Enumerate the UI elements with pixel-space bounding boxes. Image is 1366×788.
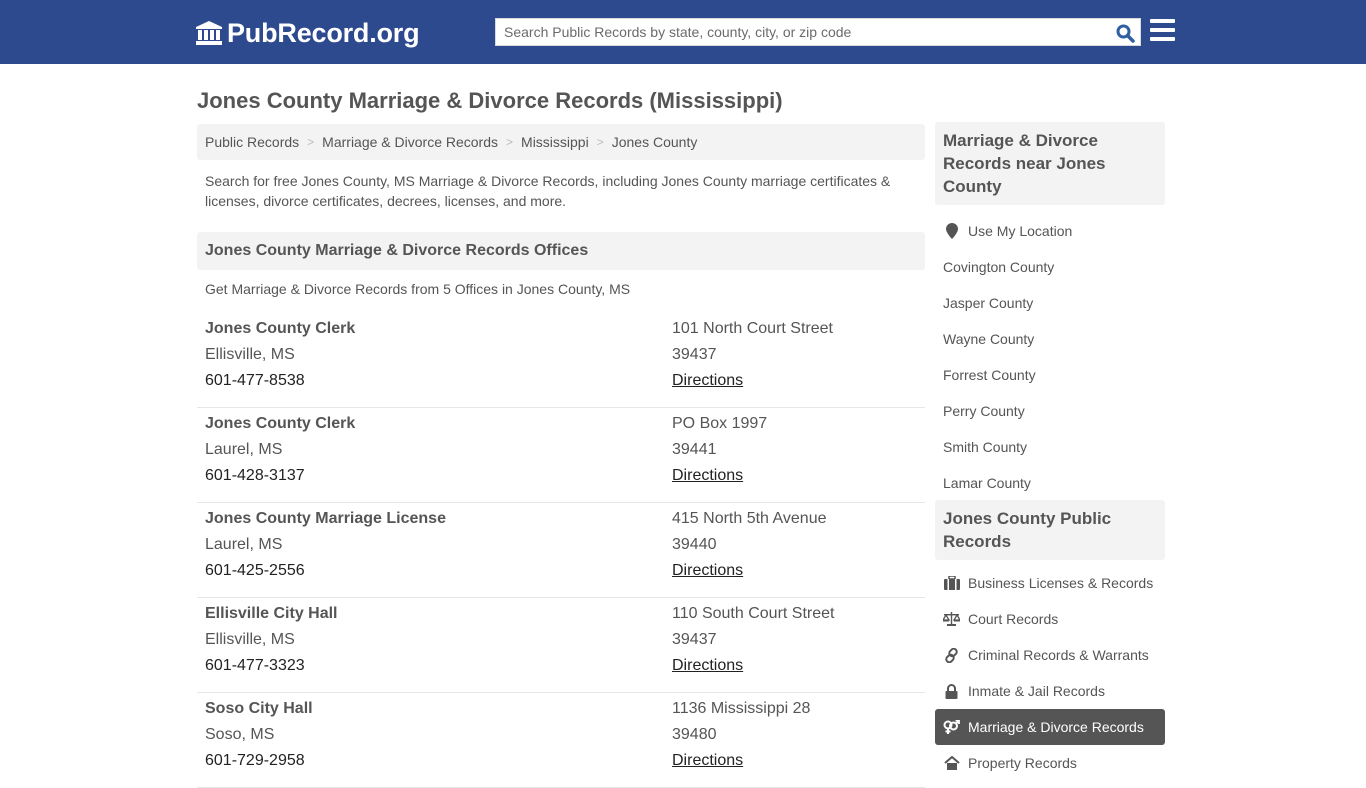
logo-text: PubRecord.org <box>227 17 420 48</box>
office-city: Ellisville, MS <box>205 631 295 648</box>
map-marker-icon <box>943 223 960 239</box>
office-name: Jones County Marriage License <box>205 510 446 527</box>
use-my-location-link[interactable]: Use My Location <box>935 213 1165 249</box>
nearby-heading: Marriage & Divorce Records near Jones Co… <box>935 122 1165 205</box>
nearby-county-link[interactable]: Covington County <box>935 249 1165 285</box>
menu-bar <box>1150 37 1175 41</box>
sidebar-item-label: Business Licenses & Records <box>968 575 1154 591</box>
office-address: 415 North 5th Avenue <box>672 510 827 527</box>
office-zip: 39440 <box>672 536 717 553</box>
breadcrumb-separator: > <box>506 135 514 149</box>
office-phone[interactable]: 601-425-2556 <box>205 561 446 587</box>
office-zip: 39437 <box>672 631 717 648</box>
briefcase-icon <box>943 575 960 591</box>
site-logo[interactable]: PubRecord.org <box>195 17 420 49</box>
public-records-heading: Jones County Public Records <box>935 500 1165 560</box>
sidebar-item-property-records[interactable]: Property Records <box>935 745 1165 781</box>
sidebar-item-label: Inmate & Jail Records <box>968 683 1105 699</box>
office-phone[interactable]: 601-729-2958 <box>205 751 313 777</box>
use-my-location-label: Use My Location <box>968 223 1073 239</box>
office-listing: Ellisville City Hall Ellisville, MS 601-… <box>197 598 925 693</box>
office-city: Laurel, MS <box>205 441 283 458</box>
sidebar-item-court-records[interactable]: Court Records <box>935 601 1165 637</box>
office-phone[interactable]: 601-428-3137 <box>205 466 355 492</box>
menu-bar <box>1150 28 1175 32</box>
venus-mars-icon <box>943 719 960 735</box>
search-button[interactable] <box>1114 22 1136 44</box>
breadcrumb: Public Records > Marriage & Divorce Reco… <box>197 124 925 160</box>
office-name: Jones County Clerk <box>205 320 356 337</box>
top-navigation-bar: PubRecord.org <box>0 0 1366 64</box>
lock-icon <box>943 683 960 699</box>
office-city: Laurel, MS <box>205 536 283 553</box>
directions-link[interactable]: Directions <box>672 562 743 579</box>
sidebar-item-business-licenses[interactable]: Business Licenses & Records <box>935 565 1165 601</box>
breadcrumb-mississippi[interactable]: Mississippi <box>521 134 589 150</box>
office-phone[interactable]: 601-477-3323 <box>205 656 338 682</box>
breadcrumb-jones-county[interactable]: Jones County <box>612 134 698 150</box>
office-name: Jones County Clerk <box>205 415 356 432</box>
breadcrumb-separator: > <box>596 135 604 149</box>
nearby-county-link[interactable]: Perry County <box>935 393 1165 429</box>
nearby-county-link[interactable]: Forrest County <box>935 357 1165 393</box>
office-address: 101 North Court Street <box>672 320 833 337</box>
sidebar-item-criminal-records[interactable]: Criminal Records & Warrants <box>935 637 1165 673</box>
office-name: Soso City Hall <box>205 700 313 717</box>
breadcrumb-marriage-divorce-records[interactable]: Marriage & Divorce Records <box>322 134 498 150</box>
office-address: PO Box 1997 <box>672 415 768 432</box>
balance-scale-icon <box>943 611 960 627</box>
office-zip: 39480 <box>672 726 717 743</box>
sidebar-item-marriage-divorce-records[interactable]: Marriage & Divorce Records <box>935 709 1165 745</box>
directions-link[interactable]: Directions <box>672 752 743 769</box>
office-name: Ellisville City Hall <box>205 605 338 622</box>
office-city: Soso, MS <box>205 726 275 743</box>
office-listing: Soso City Hall Soso, MS 601-729-2958 113… <box>197 693 925 788</box>
office-listing: Jones County Clerk Ellisville, MS 601-47… <box>197 313 925 408</box>
offices-list: Jones County Clerk Ellisville, MS 601-47… <box>197 313 925 788</box>
sidebar-item-label: Marriage & Divorce Records <box>968 719 1144 735</box>
sidebar-item-label: Court Records <box>968 611 1059 627</box>
directions-link[interactable]: Directions <box>672 657 743 674</box>
nearby-county-link[interactable]: Wayne County <box>935 321 1165 357</box>
public-records-panel: Jones County Public Records Business Lic… <box>935 500 1165 781</box>
office-listing: Jones County Clerk Laurel, MS 601-428-31… <box>197 408 925 503</box>
chain-link-icon <box>943 647 960 663</box>
office-address: 110 South Court Street <box>672 605 835 622</box>
hamburger-menu-button[interactable] <box>1150 19 1175 43</box>
search-box <box>495 18 1141 46</box>
sidebar-item-label: Criminal Records & Warrants <box>968 647 1149 663</box>
office-phone[interactable]: 601-477-8538 <box>205 371 355 397</box>
offices-heading: Jones County Marriage & Divorce Records … <box>197 232 925 270</box>
sidebar-item-label: Property Records <box>968 755 1077 771</box>
intro-text: Search for free Jones County, MS Marriag… <box>205 173 891 209</box>
directions-link[interactable]: Directions <box>672 467 743 484</box>
sidebar-item-inmate-records[interactable]: Inmate & Jail Records <box>935 673 1165 709</box>
public-records-list: Business Licenses & Records Court Record… <box>935 565 1165 781</box>
office-city: Ellisville, MS <box>205 346 295 363</box>
office-listing: Jones County Marriage License Laurel, MS… <box>197 503 925 598</box>
nearby-county-link[interactable]: Lamar County <box>935 465 1165 501</box>
offices-subheading: Get Marriage & Divorce Records from 5 Of… <box>205 281 631 297</box>
menu-bar <box>1150 19 1175 23</box>
breadcrumb-public-records[interactable]: Public Records <box>205 134 299 150</box>
nearby-county-link[interactable]: Smith County <box>935 429 1165 465</box>
office-zip: 39441 <box>672 441 717 458</box>
search-icon <box>1116 24 1135 43</box>
home-icon <box>943 755 960 771</box>
search-input[interactable] <box>496 19 1106 45</box>
nearby-list: Use My Location Covington County Jasper … <box>935 213 1165 501</box>
nearby-counties-panel: Marriage & Divorce Records near Jones Co… <box>935 122 1165 501</box>
nearby-county-link[interactable]: Jasper County <box>935 285 1165 321</box>
office-address: 1136 Mississippi 28 <box>672 700 811 717</box>
breadcrumb-separator: > <box>307 135 315 149</box>
page-title: Jones County Marriage & Divorce Records … <box>197 88 783 113</box>
office-zip: 39437 <box>672 346 717 363</box>
courthouse-icon <box>196 21 222 45</box>
directions-link[interactable]: Directions <box>672 372 743 389</box>
